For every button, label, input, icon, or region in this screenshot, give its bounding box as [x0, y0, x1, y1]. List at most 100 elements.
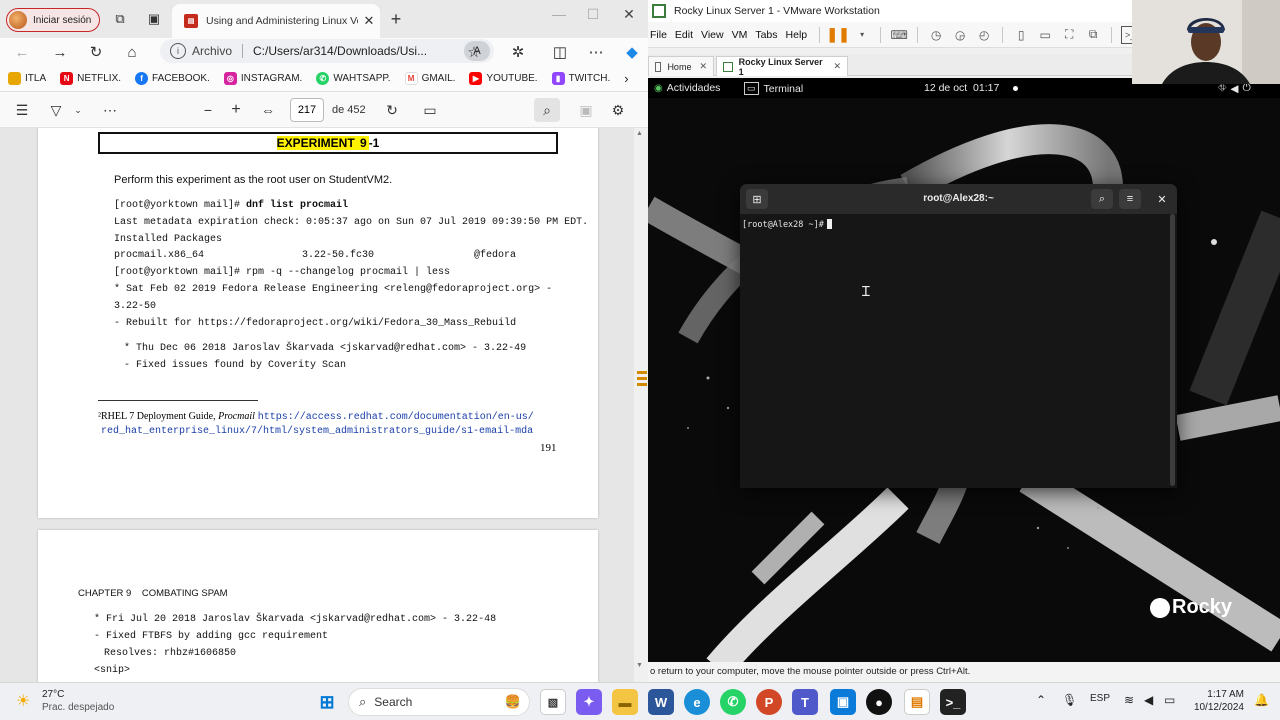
- word-icon[interactable]: W: [648, 689, 674, 715]
- search-icon[interactable]: ⌕: [537, 100, 557, 120]
- favorite-itla[interactable]: ITLA: [8, 72, 46, 85]
- system-clock[interactable]: 1:17 AM 10/12/2024: [1190, 688, 1244, 714]
- close-tab-icon[interactable]: ✕: [699, 61, 707, 72]
- wifi-icon[interactable]: ≋: [1124, 693, 1134, 707]
- extensions-icon[interactable]: ✲: [506, 40, 530, 64]
- new-tab-icon[interactable]: +: [386, 9, 406, 29]
- tab-actions-icon[interactable]: ▣: [144, 9, 164, 29]
- fit-width-icon[interactable]: ⇔: [258, 100, 278, 120]
- search-icon[interactable]: ⌕: [1091, 189, 1113, 209]
- snapshot-manager-icon[interactable]: ◴: [975, 26, 993, 44]
- close-icon[interactable]: ✕: [1151, 189, 1173, 209]
- menu-tabs[interactable]: Tabs: [755, 29, 777, 41]
- close-tab-icon[interactable]: ✕: [833, 61, 841, 72]
- full-screen-icon[interactable]: ⛶: [1060, 26, 1078, 44]
- contents-icon[interactable]: ☰: [12, 100, 32, 120]
- refresh-icon[interactable]: ↻: [84, 40, 108, 64]
- clock-button[interactable]: 12 de oct 01:17: [924, 82, 1019, 94]
- vmware-taskbar-icon[interactable]: ▤: [904, 689, 930, 715]
- terminal-body[interactable]: [root@Alex28 ~]# Ɪ: [740, 214, 1177, 488]
- revert-snapshot-icon[interactable]: ◶: [951, 26, 969, 44]
- weather-widget[interactable]: 27°C Prac. despejado: [42, 688, 114, 714]
- favorite-twitch[interactable]: ▮ TWITCH.: [551, 72, 610, 85]
- copilot-icon[interactable]: ◆: [620, 40, 644, 64]
- microphone-icon[interactable]: 🎙: [1062, 693, 1077, 707]
- tray-overflow-icon[interactable]: ⌃: [1036, 693, 1046, 707]
- favorite-whatsapp[interactable]: ✆ WAHTSAPP.: [316, 72, 391, 85]
- copilot-icon[interactable]: ✦: [576, 689, 602, 715]
- powerpoint-icon[interactable]: P: [756, 689, 782, 715]
- footnote-link[interactable]: https://access.redhat.com/documentation/…: [258, 412, 534, 423]
- back-icon[interactable]: ←: [10, 40, 34, 64]
- menu-view[interactable]: View: [701, 29, 724, 41]
- forward-icon[interactable]: →: [48, 40, 72, 64]
- file-explorer-icon[interactable]: ▬: [612, 689, 638, 715]
- favorite-instagram[interactable]: ◎ INSTAGRAM.: [223, 72, 302, 85]
- language-indicator[interactable]: ESP: [1090, 693, 1110, 704]
- favorites-overflow-icon[interactable]: ›: [624, 71, 628, 86]
- rotate-icon[interactable]: ↻: [382, 100, 402, 120]
- library-icon[interactable]: ▯: [1012, 26, 1030, 44]
- maximize-icon[interactable]: ☐: [576, 6, 610, 23]
- thumbnail-icon[interactable]: ▭: [1036, 26, 1054, 44]
- split-screen-icon[interactable]: ◫: [548, 40, 572, 64]
- menu-help[interactable]: Help: [786, 29, 808, 41]
- tab-rocky-linux[interactable]: Rocky Linux Server 1 ✕: [716, 56, 848, 77]
- whatsapp-icon[interactable]: ✆: [720, 689, 746, 715]
- scroll-down-icon[interactable]: ▼: [636, 662, 643, 669]
- scroll-up-icon[interactable]: ▲: [636, 130, 643, 137]
- pause-icon[interactable]: ❚❚: [826, 26, 849, 44]
- page-number-input[interactable]: 217: [290, 98, 324, 122]
- menu-vm[interactable]: VM: [732, 29, 748, 41]
- taskbar-search[interactable]: ⌕ Search 🍔: [348, 688, 530, 716]
- favorite-youtube[interactable]: ▶ YOUTUBE.: [469, 72, 538, 85]
- favorite-gmail[interactable]: M GMAIL.: [404, 72, 455, 85]
- profile-button[interactable]: Iniciar sesión: [6, 8, 100, 32]
- activities-button[interactable]: ◉ Actividades: [654, 82, 720, 94]
- guest-display[interactable]: ◉ Actividades ▭ Terminal 12 de oct 01:17…: [648, 78, 1280, 662]
- save-icon[interactable]: ▣: [576, 100, 596, 120]
- tab-home[interactable]: Home ✕: [648, 56, 714, 76]
- more-tools-icon[interactable]: ⋯: [100, 100, 120, 120]
- snapshot-icon[interactable]: ◷: [927, 26, 945, 44]
- favorite-netflix[interactable]: N NETFLIX.: [60, 72, 121, 85]
- scroll-thumb[interactable]: [636, 368, 648, 396]
- favorite-star-icon[interactable]: ☆: [462, 40, 486, 64]
- zoom-out-icon[interactable]: −: [198, 100, 218, 120]
- weather-icon[interactable]: ☀: [16, 691, 30, 711]
- teams-icon[interactable]: T: [792, 689, 818, 715]
- highlight-icon[interactable]: ▽: [46, 100, 66, 120]
- volume-icon[interactable]: ◀: [1144, 693, 1153, 707]
- send-ctrl-alt-del-icon[interactable]: ⌨: [890, 26, 908, 44]
- hamburger-menu-icon[interactable]: ≡: [1119, 189, 1141, 209]
- terminal-taskbar-icon[interactable]: >_: [940, 689, 966, 715]
- notification-bell-icon[interactable]: 🔔: [1254, 693, 1269, 707]
- home-icon[interactable]: ⌂: [120, 40, 144, 64]
- terminal-window[interactable]: ⊞ root@Alex28:~ ⌕ ≡ ✕ [root@Alex28 ~]# Ɪ: [740, 184, 1177, 488]
- favorite-facebook[interactable]: f FACEBOOK.: [135, 72, 210, 85]
- page-view-icon[interactable]: ▭: [420, 100, 440, 120]
- app-icon[interactable]: ▣: [830, 689, 856, 715]
- battery-icon[interactable]: ▭: [1164, 693, 1175, 707]
- obs-icon[interactable]: ●: [866, 689, 892, 715]
- unity-icon[interactable]: ⧉: [1084, 26, 1102, 44]
- menu-file[interactable]: File: [650, 29, 667, 41]
- menu-edit[interactable]: Edit: [675, 29, 693, 41]
- terminal-scrollbar[interactable]: [1170, 214, 1175, 486]
- tab-pdf[interactable]: ▤ Using and Administering Linux Vo ✕: [172, 4, 380, 38]
- app-menu-terminal[interactable]: ▭ Terminal: [744, 82, 803, 95]
- chevron-down-icon[interactable]: ▾: [853, 26, 871, 44]
- close-window-icon[interactable]: ✕: [612, 6, 646, 23]
- footnote-link[interactable]: red_hat_enterprise_linux/7/html/system_a…: [101, 426, 533, 437]
- pdf-scrollbar[interactable]: [634, 128, 648, 682]
- minimize-icon[interactable]: —: [542, 6, 576, 22]
- more-menu-icon[interactable]: ⋯: [584, 40, 608, 64]
- close-tab-icon[interactable]: ✕: [358, 13, 380, 29]
- workspaces-icon[interactable]: ⧉: [110, 9, 130, 29]
- task-view-icon[interactable]: ▧: [540, 689, 566, 715]
- zoom-in-icon[interactable]: +: [226, 100, 246, 120]
- edge-icon[interactable]: e: [684, 689, 710, 715]
- pdf-settings-icon[interactable]: ⚙: [608, 100, 628, 120]
- chevron-down-icon[interactable]: ⌄: [68, 100, 88, 120]
- windows-start-icon[interactable]: ⊞: [314, 689, 340, 715]
